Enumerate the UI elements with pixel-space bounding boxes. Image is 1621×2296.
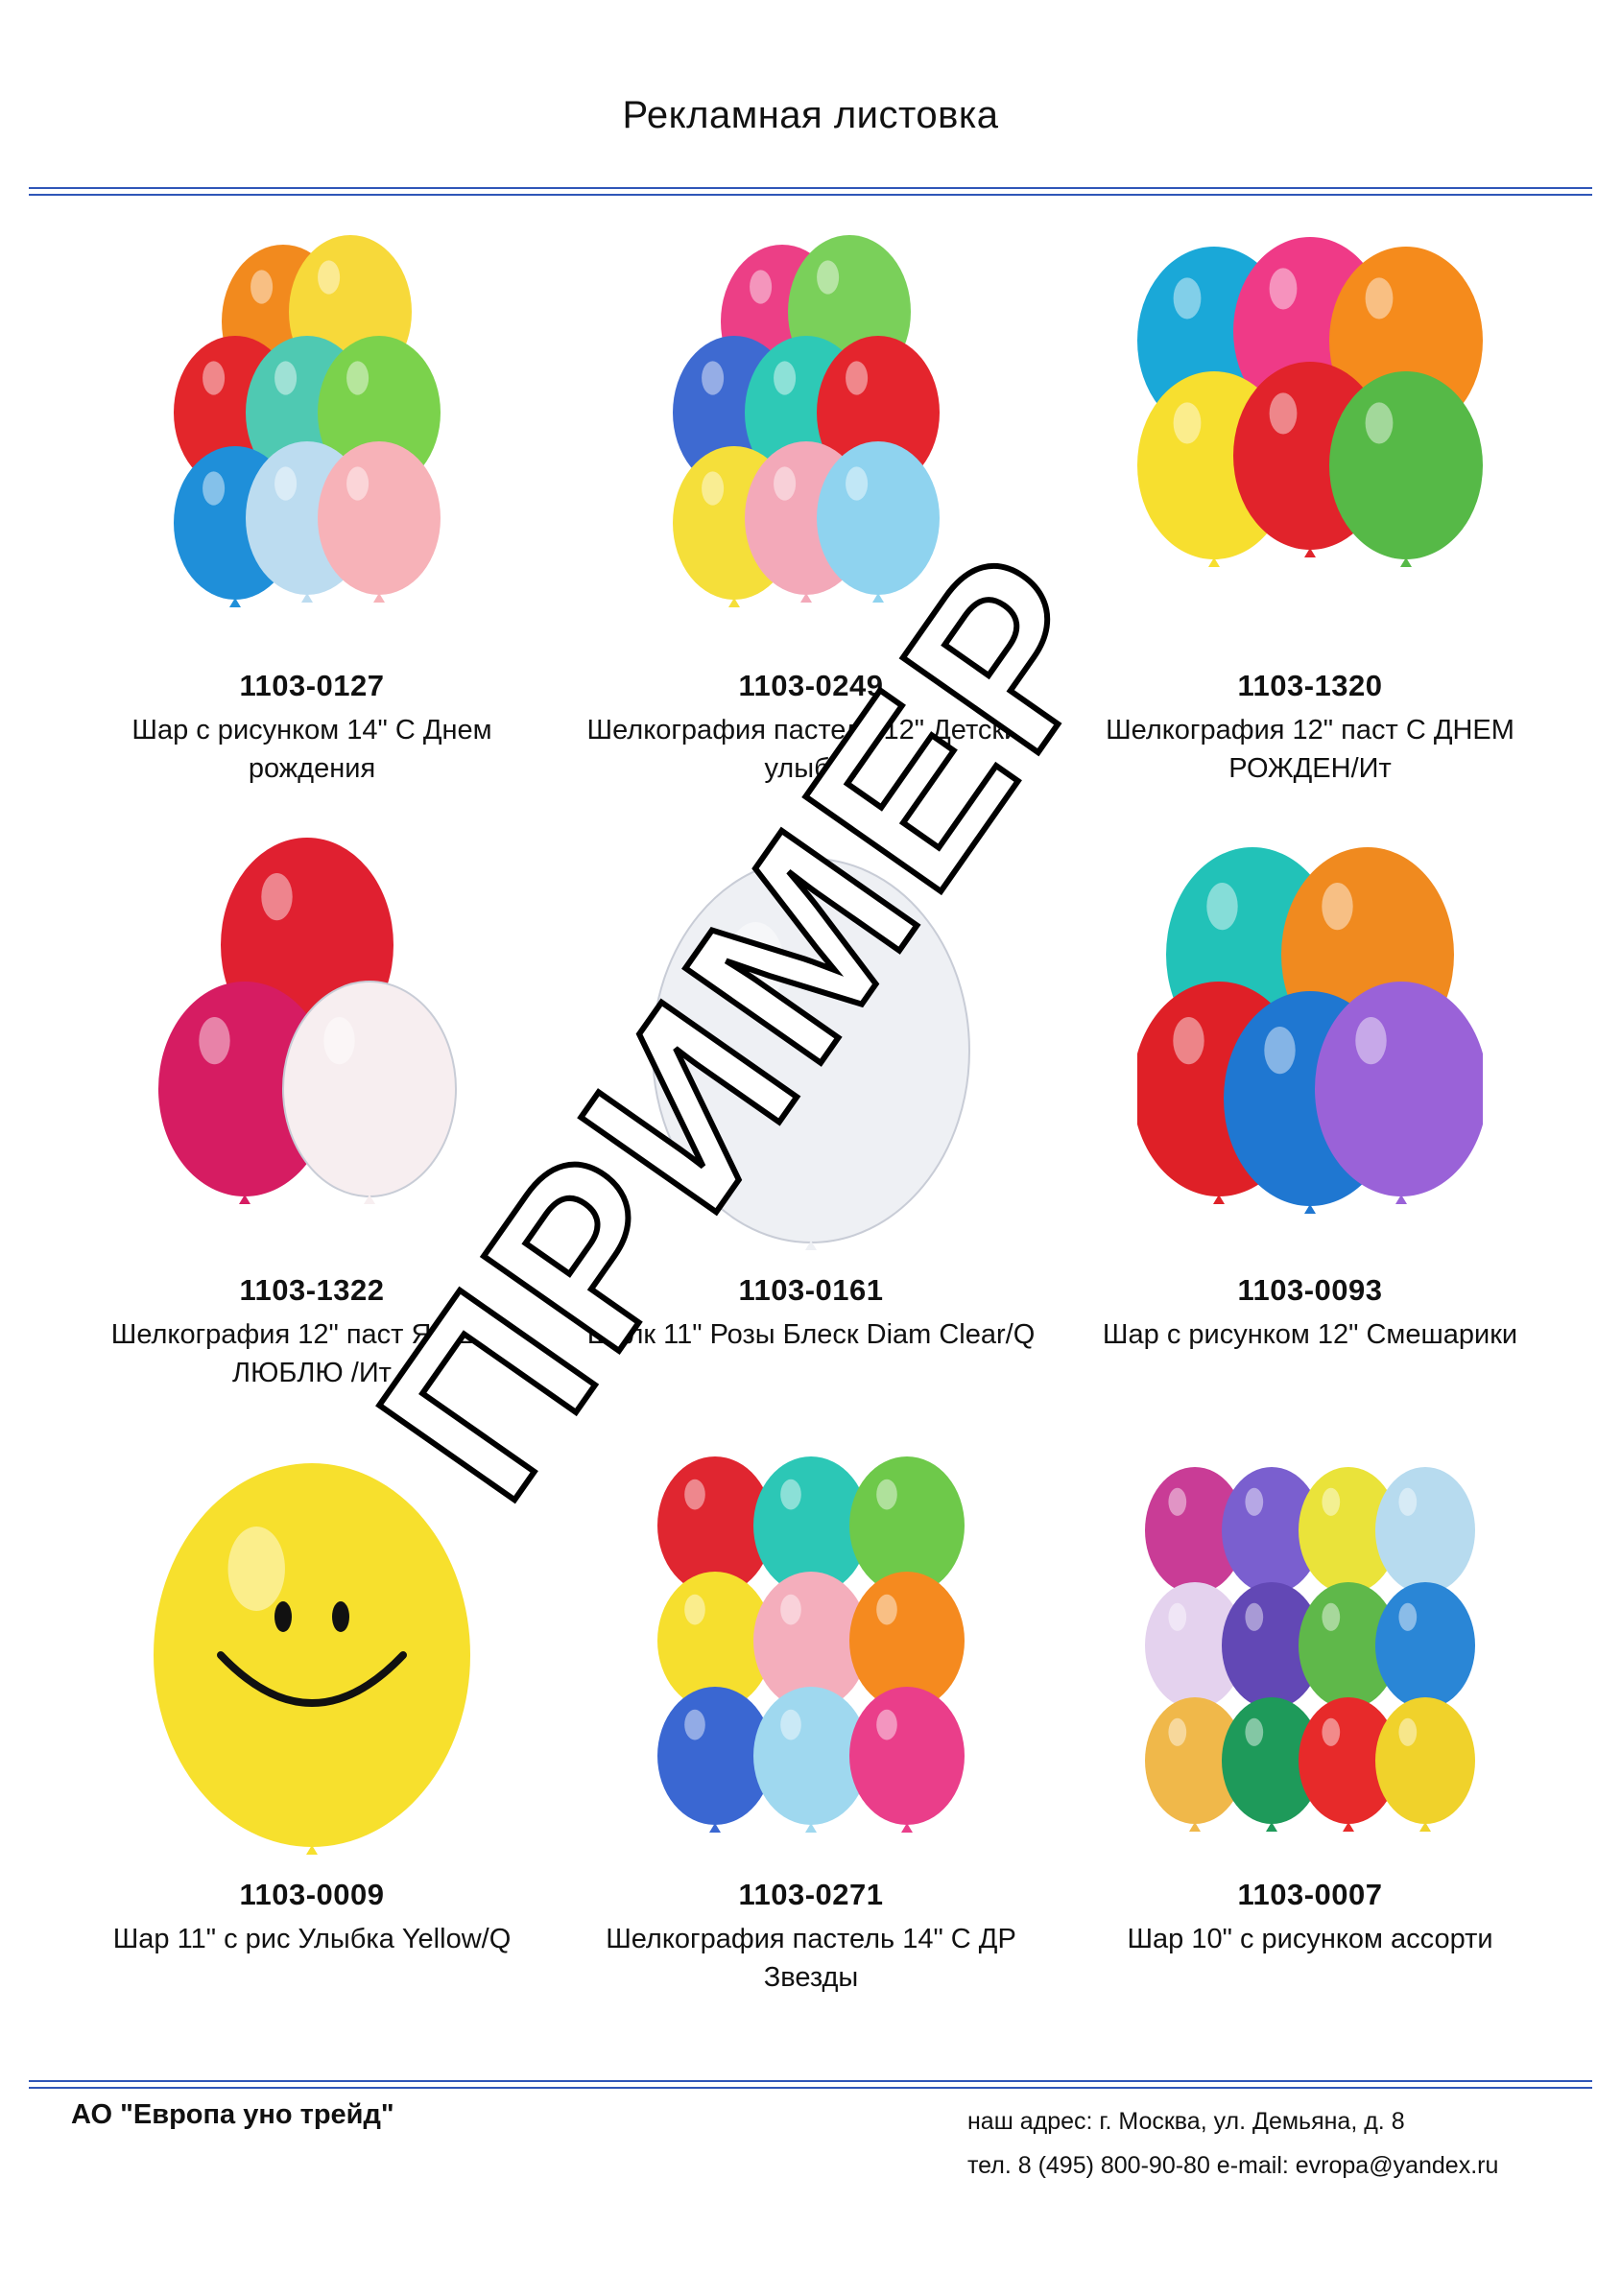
balloon <box>154 1463 470 1855</box>
product-sku: 1103-1320 <box>1237 669 1383 702</box>
balloon <box>1375 1697 1475 1832</box>
product-card: 1103-1320 Шелкография 12" паст С ДНЕМ РОЖ… <box>1061 225 1560 788</box>
balloon-bouquet-image <box>158 838 457 1204</box>
product-name: Шелкография 12" паст С ДНЕМ РОЖДЕН/Ит <box>1106 715 1514 784</box>
product-card: 1103-0093 Шар с рисунком 12" Смешарики <box>1061 830 1560 1354</box>
balloon <box>282 981 457 1204</box>
balloon <box>849 1687 965 1833</box>
product-card: 1103-0007 Шар 10" с рисунком ассорти <box>1061 1434 1560 1958</box>
header-divider <box>29 187 1592 196</box>
balloon <box>652 858 970 1250</box>
product-name: Шар с рисунком 14" С Днем рождения <box>131 715 492 784</box>
product-name: Шар с рисунком 12" Смешарики <box>1102 1319 1518 1350</box>
product-name: Шелк 11" Розы Блеск Diam Clear/Q <box>586 1319 1036 1350</box>
contact-block: наш адрес: г. Москва, ул. Демьяна, д. 8 … <box>967 2099 1498 2188</box>
product-sku: 1103-0127 <box>239 669 385 702</box>
balloon-bouquet-image <box>1137 237 1483 567</box>
footer-divider <box>29 2080 1592 2089</box>
product-sku: 1103-0161 <box>738 1273 884 1307</box>
product-sku: 1103-1322 <box>239 1273 385 1307</box>
balloon-bouquet-image <box>174 235 441 607</box>
product-card: 1103-0127 Шар с рисунком 14" С Днем рожде… <box>62 225 561 788</box>
page-title: Рекламная листовка <box>622 94 999 136</box>
product-name: Шар 11" с рис Улыбка Yellow/Q <box>112 1924 512 1954</box>
product-name: Шар 10" с рисунком ассорти <box>1127 1924 1493 1954</box>
product-sku: 1103-0009 <box>239 1878 385 1911</box>
product-card: 1103-0009 Шар 11" с рис Улыбка Yellow/Q <box>62 1434 561 1958</box>
phone-email-line: тел. 8 (495) 800-90-80 e-mail: evropa@ya… <box>967 2152 1499 2179</box>
product-sku: 1103-0271 <box>738 1878 884 1911</box>
balloon <box>1329 371 1483 567</box>
product-card: 1103-0161 Шелк 11" Розы Блеск Diam Clear/… <box>561 830 1061 1354</box>
address-line: наш адрес: г. Москва, ул. Демьяна, д. 8 <box>967 2108 1405 2135</box>
balloon-bouquet-image <box>652 858 970 1250</box>
product-sku: 1103-0093 <box>1237 1273 1383 1307</box>
balloon-bouquet-image <box>1137 847 1483 1214</box>
product-name: Шелкография пастель 12" Детские улыбки <box>586 715 1036 784</box>
company-name: АО "Европа уно трейд" <box>71 2099 394 2130</box>
product-card: 1103-1322 Шелкография 12" паст Я ТЕБЯ ЛЮБ… <box>62 830 561 1392</box>
balloon-bouquet-image <box>154 1463 470 1855</box>
product-card: 1103-0249 Шелкография пастель 12" Детские… <box>561 225 1061 788</box>
product-sku: 1103-0249 <box>738 669 884 702</box>
balloon-bouquet-image <box>657 1456 965 1833</box>
product-card: 1103-0271 Шелкография пастель 14" С ДР Зв… <box>561 1434 1061 1997</box>
balloon-bouquet-image <box>673 235 940 607</box>
balloon-bouquet-image <box>1145 1467 1475 1832</box>
product-name: Шелкография пастель 14" С ДР Звезды <box>606 1924 1016 1993</box>
product-name: Шелкография 12" паст Я ТЕБЯ ЛЮБЛЮ /Ит <box>110 1319 513 1388</box>
balloon <box>1375 1467 1475 1601</box>
product-sku: 1103-0007 <box>1237 1878 1383 1911</box>
balloon <box>1375 1582 1475 1716</box>
